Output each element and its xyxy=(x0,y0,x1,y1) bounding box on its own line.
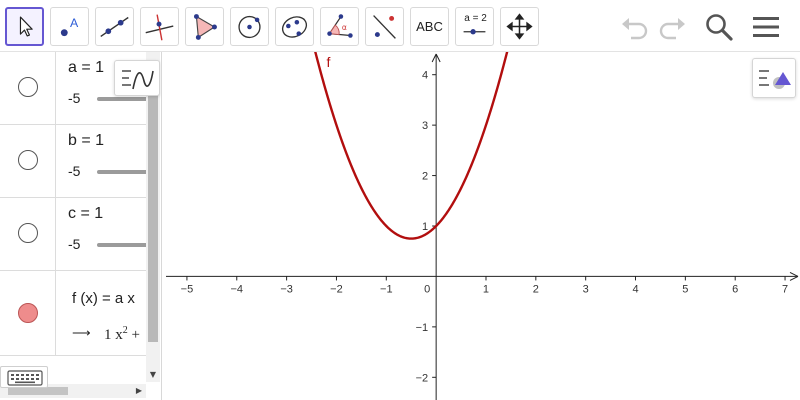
keyboard-icon xyxy=(7,370,43,386)
slider-tool-button[interactable]: a = 2 xyxy=(455,7,494,46)
algebra-style-icon xyxy=(122,70,154,90)
visibility-toggle[interactable] xyxy=(0,52,56,124)
circle-center-icon xyxy=(238,15,261,39)
x-tick-label: −4 xyxy=(230,283,243,295)
polygon-icon xyxy=(193,14,217,40)
point-tool-button[interactable]: A xyxy=(50,7,89,46)
function-definition[interactable]: f (x) = a x xyxy=(72,290,135,307)
y-tick-label: 3 xyxy=(422,120,428,132)
graphics-style-bar-button[interactable] xyxy=(752,58,796,98)
x-tick-label: −1 xyxy=(380,283,393,295)
x-tick-label: 5 xyxy=(682,283,688,295)
scroll-right-arrow-icon[interactable]: ▶ xyxy=(132,384,146,398)
hamburger-menu-icon xyxy=(753,17,779,37)
undo-icon xyxy=(622,18,648,40)
perpendicular-line-tool-button[interactable] xyxy=(140,7,179,46)
move-graphics-view-tool-button[interactable] xyxy=(500,7,539,46)
function-value-suffix: + xyxy=(127,327,140,343)
x-tick-label: 2 xyxy=(533,283,539,295)
y-tick-label: −2 xyxy=(416,372,429,384)
output-arrow-icon: ⟶ xyxy=(72,325,91,340)
graphics-view[interactable]: −5 −4 −3 −2 −1 0 1 2 3 4 5 6 7 −2 −1 1 2 3 4 f xyxy=(162,52,800,400)
geogebra-app: A α ABC a = 2 a = 1 -5 b = 1 -5 c = 1 -5… xyxy=(0,0,800,400)
x-tick-label: −2 xyxy=(330,283,343,295)
slider-min-value: -5 xyxy=(68,236,81,252)
perpendicular-line-icon xyxy=(145,14,174,41)
x-tick-label: −5 xyxy=(181,283,194,295)
x-tick-label: 7 xyxy=(782,283,788,295)
move-arrows-icon xyxy=(506,13,533,40)
svg-text:α: α xyxy=(342,23,347,32)
text-tool-label: ABC xyxy=(416,19,443,34)
search-icon xyxy=(706,14,733,41)
search-button[interactable] xyxy=(702,10,736,44)
graphics-style-icon xyxy=(759,70,791,89)
undo-button[interactable] xyxy=(618,10,652,44)
polygon-tool-button[interactable] xyxy=(185,7,224,46)
reflect-tool-button[interactable] xyxy=(365,7,404,46)
y-tick-label: 2 xyxy=(422,171,428,183)
algebra-vertical-scrollbar[interactable] xyxy=(146,52,160,382)
visibility-marble-icon xyxy=(18,150,38,170)
move-tool-button[interactable] xyxy=(5,7,44,46)
visibility-marble-icon xyxy=(18,303,38,323)
algebra-view: a = 1 -5 b = 1 -5 c = 1 -5 f (x) = a x ⟶… xyxy=(0,52,162,400)
x-tick-label: 0 xyxy=(424,283,430,295)
slider-min-value: -5 xyxy=(68,90,81,106)
slider-definition[interactable]: c = 1 xyxy=(68,205,103,223)
circle-center-tool-button[interactable] xyxy=(230,7,269,46)
x-tick-label: −3 xyxy=(280,283,293,295)
slider-tool-label: a = 2 xyxy=(464,13,487,24)
line-icon xyxy=(100,16,129,38)
algebra-item-slider-c[interactable]: c = 1 -5 xyxy=(0,198,157,271)
x-tick-label: 6 xyxy=(732,283,738,295)
visibility-marble-icon xyxy=(18,223,38,243)
algebra-style-bar-button[interactable] xyxy=(114,60,160,96)
y-tick-label: 4 xyxy=(422,70,428,82)
function-value-prefix: 1 x xyxy=(104,327,123,343)
visibility-toggle[interactable] xyxy=(0,125,56,197)
keyboard-button[interactable] xyxy=(0,366,48,388)
algebra-item-slider-b[interactable]: b = 1 -5 xyxy=(0,125,157,198)
scroll-down-arrow-icon[interactable]: ▼ xyxy=(146,368,160,382)
curve-label-f: f xyxy=(326,54,330,70)
point-icon: A xyxy=(60,16,79,37)
text-tool-button[interactable]: ABC xyxy=(410,7,449,46)
conic-tool-button[interactable] xyxy=(275,7,314,46)
redo-button[interactable] xyxy=(655,10,689,44)
function-plot[interactable]: −5 −4 −3 −2 −1 0 1 2 3 4 5 6 7 −2 −1 1 2 3 4 f xyxy=(162,52,800,400)
scrollbar-thumb[interactable] xyxy=(148,66,158,342)
visibility-toggle[interactable] xyxy=(0,198,56,270)
cursor-arrow-icon xyxy=(19,16,33,37)
function-value: 1 x2 + xyxy=(104,325,140,344)
visibility-toggle[interactable] xyxy=(0,271,56,355)
function-f-curve xyxy=(314,52,509,240)
x-tick-label: 1 xyxy=(483,283,489,295)
visibility-marble-icon xyxy=(18,77,38,97)
angle-tool-button[interactable]: α xyxy=(320,7,359,46)
x-tick-label: 4 xyxy=(632,283,638,295)
ellipse-icon xyxy=(281,16,308,38)
y-tick-label: 1 xyxy=(422,221,428,233)
svg-text:A: A xyxy=(70,16,79,30)
slider-definition[interactable]: a = 1 xyxy=(68,59,104,77)
reflect-icon xyxy=(373,15,396,39)
line-tool-button[interactable] xyxy=(95,7,134,46)
redo-icon xyxy=(659,18,685,40)
slider-min-value: -5 xyxy=(68,163,81,179)
angle-icon: α xyxy=(327,14,353,38)
x-tick-label: 3 xyxy=(583,283,589,295)
algebra-item-function-f[interactable]: f (x) = a x ⟶ 1 x2 + xyxy=(0,271,146,356)
toolbar: A α ABC a = 2 xyxy=(0,0,800,52)
slider-definition[interactable]: b = 1 xyxy=(68,132,104,150)
y-tick-label: −1 xyxy=(416,322,429,334)
main-menu-button[interactable] xyxy=(749,10,783,44)
